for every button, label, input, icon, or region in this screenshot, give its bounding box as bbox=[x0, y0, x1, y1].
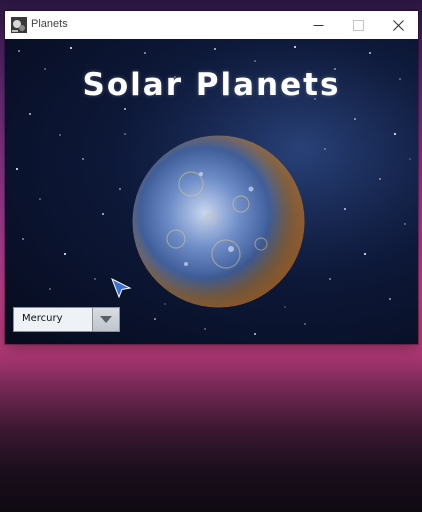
chevron-down-icon bbox=[100, 316, 112, 323]
planet-selector-value: Mercury bbox=[22, 313, 63, 324]
mouse-pointer-icon bbox=[111, 277, 132, 299]
page-title: Solar Planets bbox=[82, 67, 341, 103]
close-icon bbox=[392, 19, 404, 31]
minimize-button[interactable] bbox=[298, 11, 338, 39]
planets-app-icon bbox=[11, 17, 27, 33]
maximize-icon bbox=[352, 19, 364, 31]
maximize-button[interactable] bbox=[338, 11, 378, 39]
planet-selector-arrow-button[interactable] bbox=[92, 308, 119, 331]
title-bar[interactable]: Planets bbox=[5, 11, 418, 39]
mercury-planet-image bbox=[132, 135, 305, 308]
app-window: Planets Solar Planets Mercury bbox=[5, 11, 418, 344]
minimize-icon bbox=[313, 24, 323, 26]
close-button[interactable] bbox=[378, 11, 418, 39]
window-title: Planets bbox=[31, 18, 68, 30]
space-panel: Solar Planets Mercury bbox=[5, 39, 418, 344]
planet-selector-dropdown[interactable]: Mercury bbox=[13, 307, 120, 332]
